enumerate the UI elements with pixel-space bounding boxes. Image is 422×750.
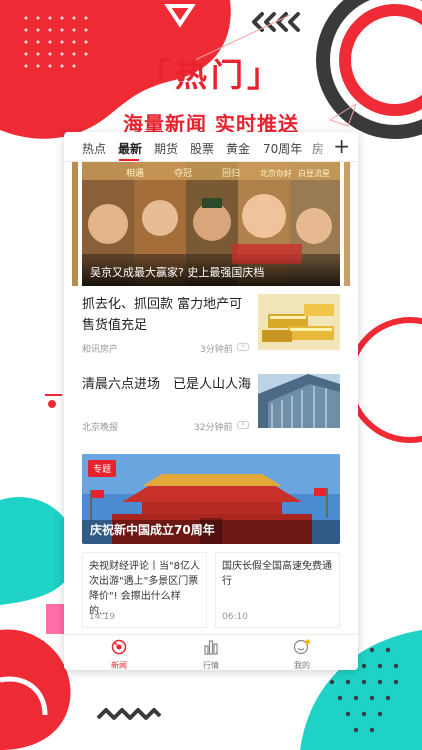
nav-news[interactable]: 新闻 bbox=[89, 639, 149, 670]
tab-latest[interactable]: 最新 bbox=[118, 140, 142, 157]
poster-text-3: 回归 bbox=[222, 167, 240, 179]
banner-caption: 吴京又成最大赢家? 史上最强国庆档 bbox=[82, 258, 340, 286]
news-item[interactable]: 抓去化、抓回款 富力地产可售货值充足 和讯房产 3分钟前 × bbox=[82, 294, 340, 360]
news-time: 3分钟前 bbox=[200, 345, 233, 355]
news-thumbnail bbox=[258, 374, 340, 428]
banner-prev-peek bbox=[72, 162, 78, 286]
tab-gold[interactable]: 黄金 bbox=[226, 140, 250, 157]
special-tag: 专题 bbox=[88, 460, 117, 477]
zigzag-bottom bbox=[96, 708, 162, 720]
poster-text-2: 夺冠 bbox=[174, 167, 192, 179]
category-tabs: 热点 最新 期货 股票 黄金 70周年 房 + bbox=[64, 132, 358, 162]
special-caption: 庆祝新中国成立70周年 bbox=[90, 523, 215, 537]
news-icon bbox=[111, 639, 127, 655]
hero-banner[interactable]: 相遇 夺冠 回归 北京你好 白昼流星 吴京又成最大赢家? 史上最强国庆档 bbox=[82, 162, 340, 286]
news-thumbnail bbox=[258, 294, 340, 350]
app-screen: 热点 最新 期货 股票 黄金 70周年 房 + 相遇 bbox=[64, 132, 358, 670]
poster-text-5: 白昼流星 bbox=[298, 168, 330, 178]
banner-next-peek bbox=[344, 162, 350, 286]
mini-card-title: 央视财经评论丨当"8亿人次出游"遇上"多景区门票降价"! 会擦出什么样的... bbox=[89, 561, 200, 617]
promo-title: 「热门」 bbox=[138, 56, 283, 94]
news-title: 抓去化、抓回款 富力地产可售货值充足 bbox=[82, 297, 243, 333]
nav-profile[interactable]: 我的 bbox=[272, 639, 332, 670]
bottom-navigation: 新闻 行情 我的 bbox=[64, 634, 358, 670]
chart-bars-icon bbox=[204, 640, 218, 655]
tab-hot[interactable]: 热点 bbox=[82, 140, 106, 157]
mini-card-time: 14:19 bbox=[89, 612, 115, 622]
tab-fade bbox=[308, 132, 336, 161]
tab-futures[interactable]: 期货 bbox=[154, 140, 178, 157]
mini-card-title: 国庆长假全国高速免费通行 bbox=[222, 561, 332, 587]
nav-market-label: 行情 bbox=[203, 661, 219, 670]
tab-stocks[interactable]: 股票 bbox=[190, 140, 214, 157]
mini-news-card[interactable]: 央视财经评论丨当"8亿人次出游"遇上"多景区门票降价"! 会擦出什么样的... … bbox=[82, 552, 207, 628]
news-item[interactable]: 清晨六点进场 已是人山人海 北京晚报 32分钟前 × bbox=[82, 374, 340, 434]
red-ring-right bbox=[347, 317, 422, 443]
tab-70th[interactable]: 70周年 bbox=[263, 140, 302, 157]
news-source: 和讯房产 bbox=[82, 345, 119, 355]
special-topic-banner[interactable]: 专题 庆祝新中国成立70周年 bbox=[82, 454, 340, 544]
promo-header: 「热门」 海量新闻 实时推送 bbox=[0, 50, 422, 137]
news-time: 32分钟前 bbox=[194, 423, 233, 433]
nav-news-label: 新闻 bbox=[111, 661, 127, 670]
active-tab-indicator bbox=[119, 159, 139, 161]
dismiss-icon[interactable]: × bbox=[237, 343, 249, 351]
news-title: 清晨六点进场 已是人山人海 bbox=[82, 377, 252, 392]
news-source: 北京晚报 bbox=[82, 423, 119, 433]
red-dot-left bbox=[48, 400, 56, 408]
nav-profile-label: 我的 bbox=[294, 661, 310, 670]
poster-text-4: 北京你好 bbox=[260, 168, 292, 178]
pink-block bbox=[46, 604, 66, 634]
nav-market[interactable]: 行情 bbox=[181, 639, 241, 670]
dismiss-icon[interactable]: × bbox=[237, 421, 249, 429]
poster-text-1: 相遇 bbox=[126, 167, 144, 179]
mini-card-time: 06:10 bbox=[222, 612, 248, 622]
smiley-icon bbox=[293, 639, 310, 655]
mini-news-card[interactable]: 国庆长假全国高速免费通行 06:10 bbox=[215, 552, 340, 628]
add-tab-icon[interactable]: + bbox=[333, 134, 350, 158]
